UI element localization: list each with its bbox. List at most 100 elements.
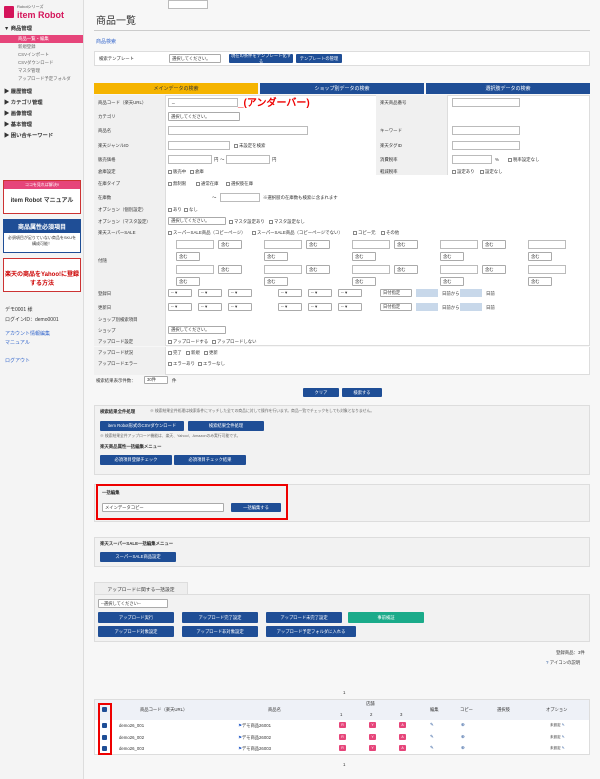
shop1-tag[interactable]: R xyxy=(339,734,346,740)
wh-opt1[interactable]: 販売中 xyxy=(168,169,186,175)
csv-download-button[interactable]: item Robot形式のCSVダウンロード xyxy=(100,421,184,431)
row-checkbox[interactable] xyxy=(102,723,107,729)
reg-date-select[interactable]: -- ▾ xyxy=(308,289,332,297)
nav-item-download[interactable]: CSVダウンロード xyxy=(0,59,83,67)
wh-opt2[interactable]: 倉庫 xyxy=(190,169,204,175)
row-opt-cell[interactable]: 未設定 ✎ xyxy=(550,746,565,751)
reg-days-input[interactable] xyxy=(416,289,438,297)
price-max-input[interactable] xyxy=(226,155,270,164)
clear-button[interactable]: クリア xyxy=(303,388,339,397)
row-name-cell[interactable]: ⚑デモ商品26002 xyxy=(238,735,271,741)
up-opt1[interactable]: アップロードする xyxy=(168,339,208,345)
ue-opt2[interactable]: エラーなし xyxy=(198,361,225,367)
tab-shop-data[interactable]: ショップ別データの検索 xyxy=(260,83,424,94)
search-button[interactable]: 検索する xyxy=(342,388,382,397)
master-yes[interactable]: マスタ設定あり xyxy=(229,219,265,225)
flag-input[interactable] xyxy=(440,265,478,274)
ss-opt2[interactable]: スーパーSALE商品（コピーページでない） xyxy=(252,230,343,236)
nav-item-list[interactable]: 商品一覧・編集 xyxy=(0,35,83,43)
upload-done-button[interactable]: アップロード完了設定 xyxy=(182,612,258,623)
reg-date-select[interactable]: -- ▾ xyxy=(338,289,362,297)
ss-setting-button[interactable]: スーパーSALE商品設定 xyxy=(100,552,176,562)
copy-icon[interactable]: ⊕ xyxy=(461,722,465,728)
flag-input[interactable] xyxy=(176,240,214,249)
upload-nontarget-button[interactable]: アップロード非対象設定 xyxy=(182,626,258,637)
count-select[interactable]: 30件 xyxy=(144,376,168,384)
st-opt3[interactable]: 選択肢在庫 xyxy=(226,181,253,187)
select-all-checkbox[interactable] xyxy=(102,707,107,713)
edit-icon[interactable]: ✎ xyxy=(430,734,434,740)
row-name-cell[interactable]: ⚑デモ商品26003 xyxy=(238,746,271,752)
tab-main-data[interactable]: メインデータの検索 xyxy=(94,83,258,94)
flag-input[interactable] xyxy=(352,240,390,249)
red-opt2[interactable]: 設定なし xyxy=(480,169,503,175)
flag-select[interactable]: 含む xyxy=(352,277,376,286)
bulk-edit-button[interactable]: 一括編集する xyxy=(231,503,281,512)
reg-days-input2[interactable] xyxy=(460,289,482,297)
row-opt-cell[interactable]: 未設定 ✎ xyxy=(550,735,565,740)
master-select[interactable]: 選択してください。 xyxy=(168,217,226,225)
rakuten-no-input[interactable] xyxy=(452,98,520,107)
banner-attributes[interactable]: 商品属性必須項目 必須項目が足りていない商品をSKUを構成可能！ xyxy=(3,219,81,253)
flag-input[interactable] xyxy=(264,265,302,274)
copy-icon[interactable]: ⊕ xyxy=(461,745,465,751)
save-template-button[interactable]: 現在の条件をテンプレート化する xyxy=(229,53,293,64)
flag-select[interactable]: 含む xyxy=(176,277,200,286)
shop3-tag[interactable]: A xyxy=(399,745,406,751)
required-result-button[interactable]: 必須項目チェック結果 xyxy=(174,455,246,465)
keyword-input[interactable] xyxy=(452,126,520,135)
shop2-tag[interactable]: Y xyxy=(369,722,376,728)
banner-yahoo[interactable]: 楽天の商品をYahoo!に登録する方法 xyxy=(3,258,81,292)
stock-max-input[interactable] xyxy=(220,193,260,202)
flag-select[interactable]: 含む xyxy=(218,265,242,274)
upd-date-select[interactable]: -- ▾ xyxy=(228,303,252,311)
upload-run-button[interactable]: アップロード実行 xyxy=(98,612,174,623)
st-opt1[interactable]: 無制限 xyxy=(168,181,186,187)
upload-undone-button[interactable]: アップロード未完了設定 xyxy=(266,612,342,623)
logout-link[interactable]: ログアウト xyxy=(5,357,30,364)
banner-manual[interactable]: ココを見れば解決!! item Robot マニュアル xyxy=(3,180,81,214)
us-opt1[interactable]: 完了 xyxy=(168,350,182,356)
reg-date-select[interactable]: -- ▾ xyxy=(228,289,252,297)
opt-no[interactable]: なし xyxy=(184,207,198,213)
account-link[interactable]: アカウント情報編集 xyxy=(5,330,50,337)
nav-category[interactable]: ▶ カテゴリ管理 xyxy=(0,98,83,109)
flag-select[interactable]: 含む xyxy=(394,265,418,274)
shop2-tag[interactable]: Y xyxy=(369,745,376,751)
row-name-cell[interactable]: ⚑デモ商品26001 xyxy=(238,723,271,729)
upd-days-input[interactable] xyxy=(416,303,438,311)
shop2-tag[interactable]: Y xyxy=(369,734,376,740)
nav-basic[interactable]: ▶ 基本管理 xyxy=(0,120,83,131)
nav-product-heading[interactable]: ▼ 商品管理 xyxy=(0,24,83,35)
nav-item-master[interactable]: マスタ管理 xyxy=(0,67,83,75)
nav-item-import[interactable]: CSVインポート xyxy=(0,51,83,59)
edit-icon[interactable]: ✎ xyxy=(430,722,434,728)
flag-select[interactable]: 含む xyxy=(306,240,330,249)
flag-input[interactable] xyxy=(264,240,302,249)
price-min-input[interactable] xyxy=(168,155,212,164)
tax-none[interactable]: 税率設定なし xyxy=(508,157,539,163)
flag-select[interactable]: 含む xyxy=(440,277,464,286)
reg-date-select[interactable]: -- ▾ xyxy=(198,289,222,297)
upload-select[interactable]: --選択してください-- xyxy=(98,599,168,608)
icon-help-link[interactable]: ? アイコンの説明 xyxy=(546,660,580,666)
upd-days-input2[interactable] xyxy=(460,303,482,311)
pre-validate-button[interactable]: 事前検証 xyxy=(348,612,424,623)
genre-input[interactable] xyxy=(168,141,230,150)
tab-option-data[interactable]: 選択肢データの検索 xyxy=(426,83,590,94)
upload-folder-button[interactable]: アップロード予定フォルダに入れる xyxy=(266,626,356,637)
shop-select[interactable]: 選択してください。 xyxy=(168,326,226,334)
manage-template-button[interactable]: テンプレートの管理 xyxy=(296,54,342,63)
edit-select[interactable]: メインデータコピー xyxy=(102,503,224,512)
ue-opt1[interactable]: エラーあり xyxy=(168,361,195,367)
red-opt1[interactable]: 設定あり xyxy=(452,169,475,175)
flag-select[interactable]: 含む xyxy=(264,252,288,261)
required-check-button[interactable]: 必須項目登録チェック xyxy=(100,455,172,465)
nav-item-new[interactable]: 新規登録 xyxy=(0,43,83,51)
upd-date-select[interactable]: -- ▾ xyxy=(278,303,302,311)
flag-select[interactable]: 含む xyxy=(176,252,200,261)
shop3-tag[interactable]: A xyxy=(399,722,406,728)
flag-select[interactable]: 含む xyxy=(528,277,552,286)
edit-icon[interactable]: ✎ xyxy=(430,745,434,751)
manual-link[interactable]: マニュアル xyxy=(5,339,30,346)
